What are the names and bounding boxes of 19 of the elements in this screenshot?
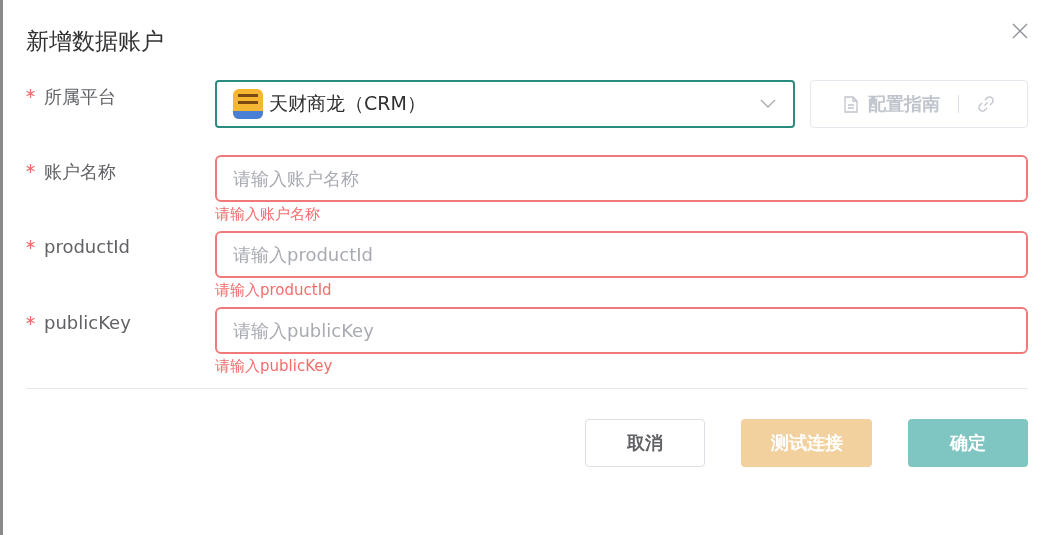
field-label: 所属平台 xyxy=(44,85,116,109)
chevron-down-icon xyxy=(760,99,776,109)
link-icon xyxy=(976,95,995,113)
error-message: 请输入publicKey xyxy=(215,357,334,375)
text-field[interactable]: 请输入账户名称 xyxy=(215,155,1028,202)
field-label: publicKey xyxy=(44,312,131,333)
text-field[interactable]: 请输入productId xyxy=(215,231,1028,278)
dialog-title: 新增数据账户 xyxy=(26,26,164,56)
text-field[interactable]: 请输入publicKey xyxy=(215,307,1028,354)
platform-select[interactable]: 天财商龙（CRM） xyxy=(215,80,795,128)
select-value: 天财商龙（CRM） xyxy=(269,91,427,116)
field-label: 账户名称 xyxy=(44,160,116,184)
error-message: 请输入账户名称 xyxy=(215,205,321,223)
app-logo-icon xyxy=(233,89,263,119)
dialog-button[interactable]: 取消 xyxy=(585,419,705,467)
close-icon[interactable] xyxy=(1012,23,1028,39)
error-message: 请输入productId xyxy=(215,281,333,299)
field-label: productId xyxy=(44,236,130,257)
document-icon xyxy=(843,95,858,113)
